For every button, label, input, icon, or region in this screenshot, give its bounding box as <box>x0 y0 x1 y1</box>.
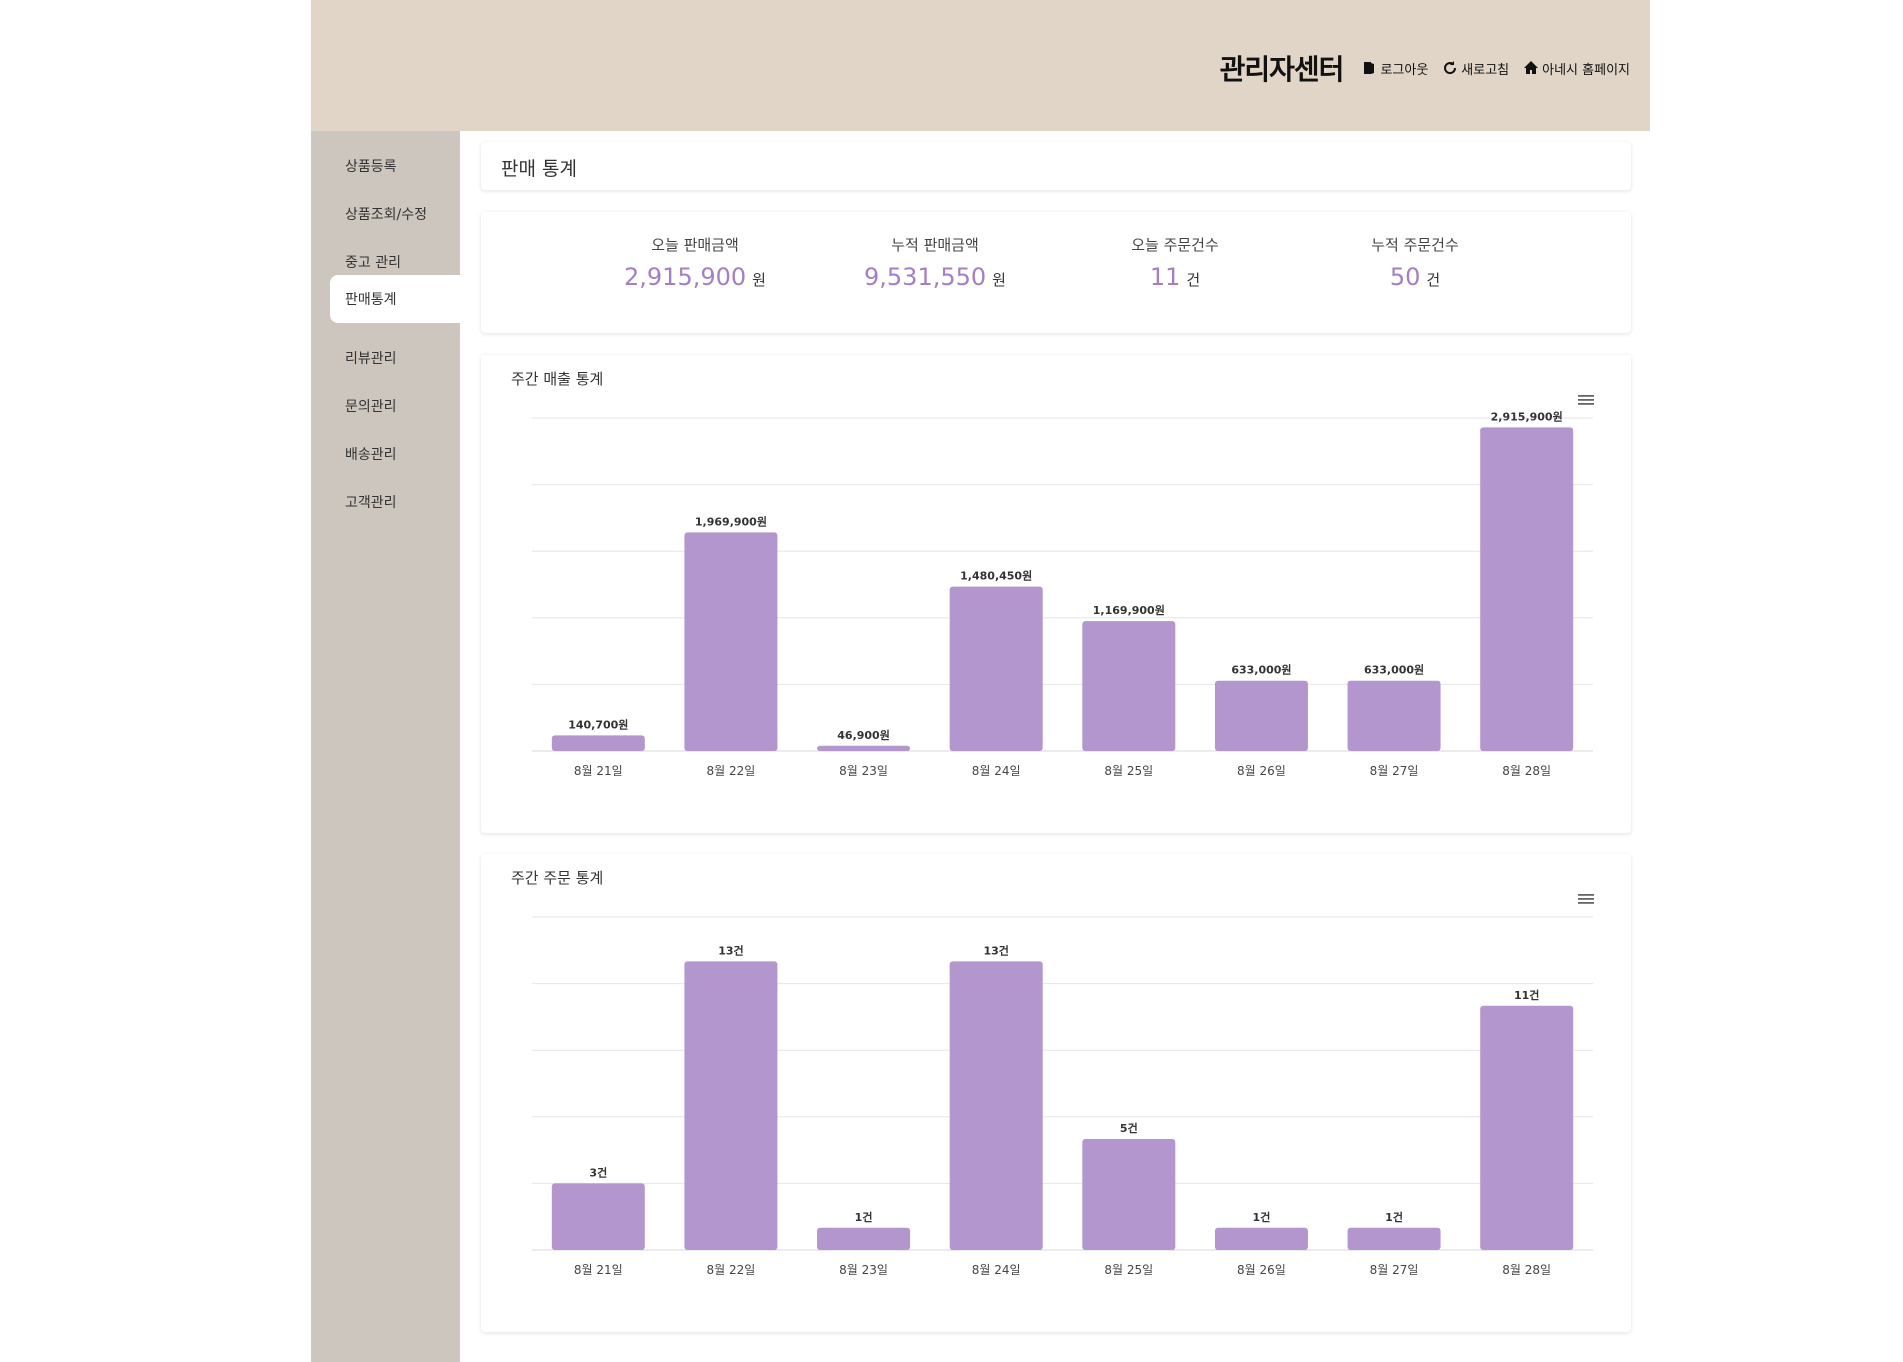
x-tick-label: 8월 25일 <box>1104 1263 1153 1277</box>
menu-icon[interactable] <box>1576 393 1596 407</box>
x-tick-label: 8월 26일 <box>1237 1263 1286 1277</box>
chart-title: 주간 주문 통계 <box>511 869 604 887</box>
x-tick-label: 8월 24일 <box>972 764 1021 778</box>
weekly-sales-chart: 140,700원 8월 21일 1,969,900원 8월 22일 46,900원 8월 … <box>532 409 1593 778</box>
stat-today-orders: 오늘 주문건수 11 건 <box>1075 234 1275 291</box>
bar-data-label: 13건 <box>983 943 1008 957</box>
bar-data-label: 1,969,900원 <box>695 514 767 528</box>
stat-total-orders: 누적 주문건수 50 건 <box>1315 234 1515 291</box>
stat-unit: 원 <box>992 271 1006 289</box>
x-tick-label: 8월 23일 <box>839 1263 888 1277</box>
home-icon <box>1524 61 1539 74</box>
stat-today-sales: 오늘 판매금액 2,915,900 원 <box>595 234 795 291</box>
chart-title: 주간 매출 통계 <box>511 370 604 388</box>
stat-total-sales: 누적 판매금액 9,531,550 원 <box>835 234 1035 291</box>
x-tick-label: 8월 21일 <box>574 1263 623 1277</box>
sidebar-item-reviews[interactable]: 리뷰관리 <box>330 334 460 382</box>
chart-bar[interactable] <box>949 961 1043 1250</box>
bar-data-label: 1건 <box>855 1210 873 1224</box>
chart-bar[interactable] <box>551 735 645 751</box>
x-tick-label: 8월 27일 <box>1370 764 1419 778</box>
stat-value: 11 <box>1149 263 1181 291</box>
stat-label: 누적 주문건수 <box>1371 236 1459 254</box>
summary-stats-card: 오늘 판매금액 2,915,900 원 누적 판매금액 9,531,550 원 오늘… <box>481 212 1631 333</box>
logout-label: 로그아웃 <box>1380 62 1429 78</box>
chart-bar[interactable] <box>1480 427 1574 751</box>
bar-data-label: 633,000원 <box>1231 663 1291 677</box>
chart-bar[interactable] <box>684 532 778 751</box>
x-tick-label: 8월 25일 <box>1104 764 1153 778</box>
sidebar-item-customers[interactable]: 고객관리 <box>330 478 460 526</box>
chart-bar[interactable] <box>551 1183 645 1250</box>
bar-data-label: 140,700원 <box>568 717 628 731</box>
door-icon <box>1364 62 1375 74</box>
bar-data-label: 2,915,900원 <box>1491 409 1563 423</box>
header-actions: 관리자센터 로그아웃 새로고침 아네시 홈페이지 <box>1220 48 1630 88</box>
refresh-label: 새로고침 <box>1461 62 1510 78</box>
weekly-orders-chart: 3건 8월 21일 13건 8월 22일 1건 8월 23일 13건 8월 24일 5건 8월 2… <box>532 916 1593 1277</box>
x-tick-label: 8월 28일 <box>1502 764 1551 778</box>
admin-center-title: 관리자센터 <box>1219 53 1345 86</box>
bar-data-label: 11건 <box>1514 988 1539 1002</box>
bar-data-label: 46,900원 <box>837 728 890 742</box>
page-title-card: 판매 통계 <box>481 142 1631 190</box>
chart-bar[interactable] <box>1214 680 1308 751</box>
bar-data-label: 1,480,450원 <box>960 569 1032 583</box>
sidebar-item-product-register[interactable]: 상품등록 <box>330 142 460 190</box>
chart-bar[interactable] <box>1214 1227 1308 1250</box>
chart-bar[interactable] <box>817 745 911 751</box>
chart-bar[interactable] <box>1480 1005 1574 1250</box>
sidebar-item-inquiries[interactable]: 문의관리 <box>330 382 460 430</box>
weekly-orders-chart-card: 3건 8월 21일 13건 8월 22일 1건 8월 23일 13건 8월 24일 5건 8월 2… <box>481 854 1631 1332</box>
stat-unit: 건 <box>1426 271 1441 289</box>
bar-data-label: 13건 <box>718 943 743 957</box>
bar-data-label: 3건 <box>589 1165 607 1179</box>
stat-value: 50 <box>1389 263 1421 291</box>
chart-bar[interactable] <box>1082 1139 1176 1250</box>
stat-label: 오늘 판매금액 <box>651 236 739 254</box>
bar-data-label: 1건 <box>1385 1210 1403 1224</box>
x-tick-label: 8월 21일 <box>574 764 623 778</box>
x-tick-label: 8월 24일 <box>972 1263 1021 1277</box>
bar-data-label: 5건 <box>1120 1121 1138 1135</box>
x-tick-label: 8월 22일 <box>707 1263 756 1277</box>
x-tick-label: 8월 23일 <box>839 764 888 778</box>
sidebar-item-sales-stats[interactable]: 판매통계 <box>330 275 460 323</box>
chart-bar[interactable] <box>1347 1227 1441 1250</box>
chart-bar[interactable] <box>1082 621 1176 751</box>
stat-value: 9,531,550 <box>864 263 987 291</box>
sidebar: 상품등록 상품조회/수정 중고 관리 판매통계 리뷰관리 문의관리 배송관리 고… <box>311 131 460 1362</box>
x-tick-label: 8월 26일 <box>1237 764 1286 778</box>
page-title: 판매 통계 <box>501 158 577 180</box>
bar-data-label: 1,169,900원 <box>1093 603 1165 617</box>
homepage-label: 아네시 홈페이지 <box>1542 62 1630 78</box>
stat-unit: 원 <box>752 271 766 289</box>
logout-link[interactable]: 로그아웃 <box>1361 59 1428 78</box>
menu-icon[interactable] <box>1576 892 1596 906</box>
homepage-link[interactable]: 아네시 홈페이지 <box>1523 59 1630 78</box>
refresh-link[interactable]: 새로고침 <box>1442 59 1509 78</box>
top-header: 관리자센터 로그아웃 새로고침 아네시 홈페이지 <box>311 0 1650 131</box>
chart-bar[interactable] <box>684 961 778 1250</box>
chart-bar[interactable] <box>817 1227 911 1250</box>
x-tick-label: 8월 28일 <box>1502 1263 1551 1277</box>
stat-unit: 건 <box>1186 271 1201 289</box>
stat-label: 누적 판매금액 <box>891 236 979 254</box>
sidebar-item-product-edit[interactable]: 상품조회/수정 <box>330 190 460 238</box>
x-tick-label: 8월 22일 <box>707 764 756 778</box>
sidebar-item-shipping[interactable]: 배송관리 <box>330 430 460 478</box>
stat-value: 2,915,900 <box>624 263 747 291</box>
weekly-sales-chart-card: 140,700원 8월 21일 1,969,900원 8월 22일 46,900원 8월 … <box>481 355 1631 833</box>
refresh-icon <box>1444 61 1457 75</box>
x-tick-label: 8월 27일 <box>1370 1263 1419 1277</box>
bar-data-label: 633,000원 <box>1364 663 1424 677</box>
bar-data-label: 1건 <box>1253 1210 1271 1224</box>
stat-label: 오늘 주문건수 <box>1131 236 1219 254</box>
chart-bar[interactable] <box>949 586 1043 751</box>
chart-bar[interactable] <box>1347 680 1441 751</box>
